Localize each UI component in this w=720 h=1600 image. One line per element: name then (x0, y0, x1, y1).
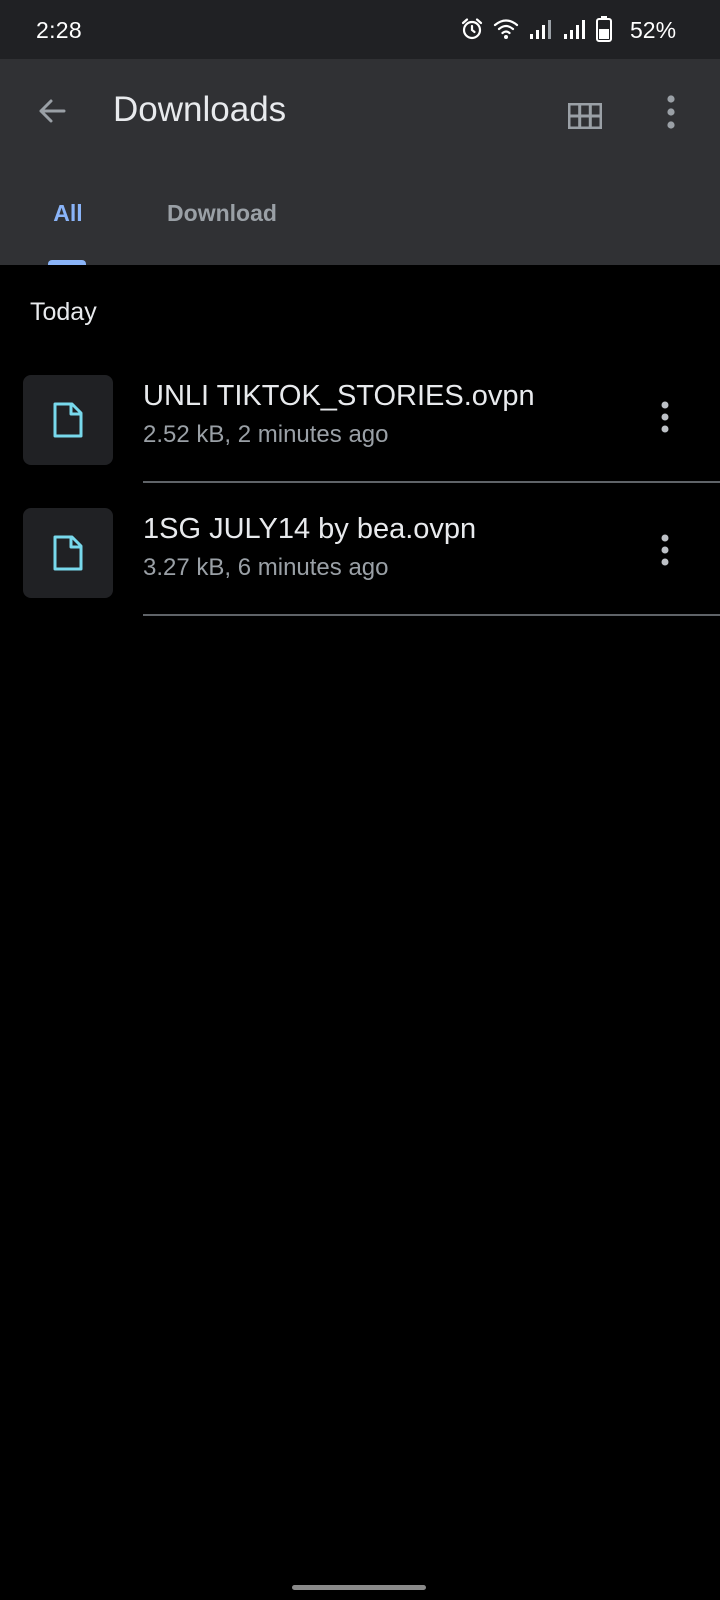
grid-view-button[interactable] (555, 85, 615, 145)
tab-indicator (48, 260, 86, 265)
grid-view-icon (568, 103, 602, 129)
more-vertical-icon (661, 534, 669, 566)
file-more-button[interactable] (638, 387, 694, 451)
file-icon (53, 402, 83, 438)
file-more-button[interactable] (638, 520, 694, 584)
file-thumbnail (23, 508, 113, 598)
alarm-icon (461, 18, 483, 40)
app-bar: Downloads All Download (0, 59, 720, 265)
status-icons: 52% (460, 0, 720, 59)
divider (143, 481, 720, 483)
file-name: UNLI TIKTOK_STORIES.ovpn (143, 380, 535, 412)
back-arrow-icon (39, 99, 66, 123)
tab-download-label: Download (167, 200, 277, 226)
signal-icon (530, 20, 551, 39)
back-button[interactable] (22, 81, 82, 141)
status-time: 2:28 (36, 17, 82, 43)
tab-download[interactable]: Download (140, 187, 304, 265)
file-thumbnail (23, 375, 113, 465)
gesture-nav-handle[interactable] (292, 1585, 426, 1590)
section-header-today: Today (30, 298, 97, 326)
file-name: 1SG JULY14 by bea.ovpn (143, 513, 477, 545)
status-bar: 2:28 52% (0, 0, 720, 59)
tab-all-label: All (53, 200, 83, 226)
page-title: Downloads (113, 90, 287, 129)
file-meta: 3.27 kB, 6 minutes ago (143, 554, 389, 581)
list-item[interactable]: UNLI TIKTOK_STORIES.ovpn 2.52 kB, 2 minu… (0, 367, 720, 502)
tab-all[interactable]: All (30, 187, 106, 265)
file-meta: 2.52 kB, 2 minutes ago (143, 421, 389, 448)
list-item[interactable]: 1SG JULY14 by bea.ovpn 3.27 kB, 6 minute… (0, 500, 720, 635)
divider (143, 614, 720, 616)
downloads-screen: 2:28 52% Downloads All Download Today UN… (0, 0, 720, 1600)
signal-icon (564, 20, 585, 39)
more-vertical-icon (667, 95, 675, 129)
wifi-icon (493, 19, 519, 39)
more-options-button[interactable] (641, 85, 701, 145)
more-vertical-icon (661, 401, 669, 433)
battery-percent: 52% (630, 17, 677, 43)
battery-icon (596, 16, 612, 42)
file-icon (53, 535, 83, 571)
